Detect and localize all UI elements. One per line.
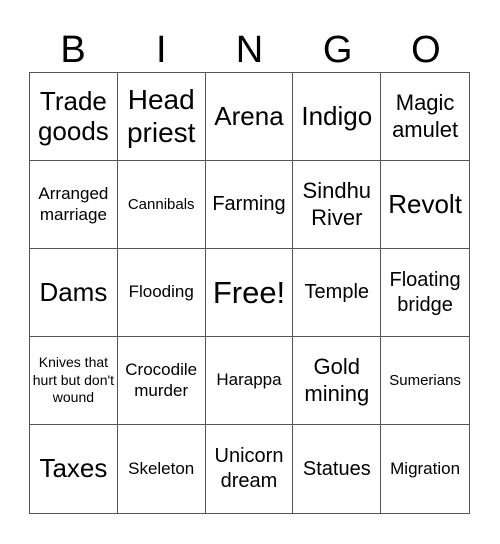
bingo-cell[interactable]: Knives that hurt but don't wound (30, 337, 118, 425)
header-letter-o: O (411, 29, 441, 71)
bingo-cell[interactable]: Temple (293, 249, 382, 337)
header-letter-b: B (60, 29, 86, 71)
bingo-cell[interactable]: Gold mining (293, 337, 382, 425)
bingo-cell[interactable]: Migration (381, 425, 469, 513)
bingo-cell[interactable]: Floating bridge (381, 249, 469, 337)
bingo-header: B I N G O (29, 28, 470, 72)
bingo-cell[interactable]: Farming (205, 161, 294, 249)
bingo-cell[interactable]: Flooding (117, 249, 206, 337)
bingo-cell[interactable]: Head priest (117, 73, 206, 161)
bingo-cell[interactable]: Cannibals (117, 161, 206, 249)
bingo-cell[interactable]: Revolt (381, 161, 469, 249)
bingo-cell[interactable]: Unicorn dream (206, 425, 294, 513)
header-letter-g: G (322, 29, 353, 71)
bingo-cell[interactable]: Crocodile murder (117, 337, 206, 425)
bingo-cell[interactable]: Sumerians (381, 337, 469, 425)
bingo-cell[interactable]: Harappa (205, 337, 294, 425)
bingo-cell[interactable]: Taxes (30, 425, 118, 513)
header-letter-i: I (156, 29, 167, 71)
bingo-cell[interactable]: Dams (30, 249, 118, 337)
bingo-cell[interactable]: Indigo (293, 73, 382, 161)
bingo-cell[interactable]: Arranged marriage (30, 161, 118, 249)
bingo-cell[interactable]: Trade goods (30, 73, 118, 161)
bingo-cell[interactable]: Skeleton (118, 425, 206, 513)
header-letter-n: N (235, 29, 264, 71)
bingo-grid: Trade goods Head priest Arena Indigo Mag… (29, 72, 470, 514)
bingo-cell[interactable]: Statues (293, 425, 382, 513)
free-space-cell[interactable]: Free! (205, 249, 294, 337)
bingo-cell[interactable]: Arena (205, 73, 294, 161)
bingo-cell[interactable]: Magic amulet (381, 73, 469, 161)
bingo-cell[interactable]: Sindhu River (293, 161, 382, 249)
